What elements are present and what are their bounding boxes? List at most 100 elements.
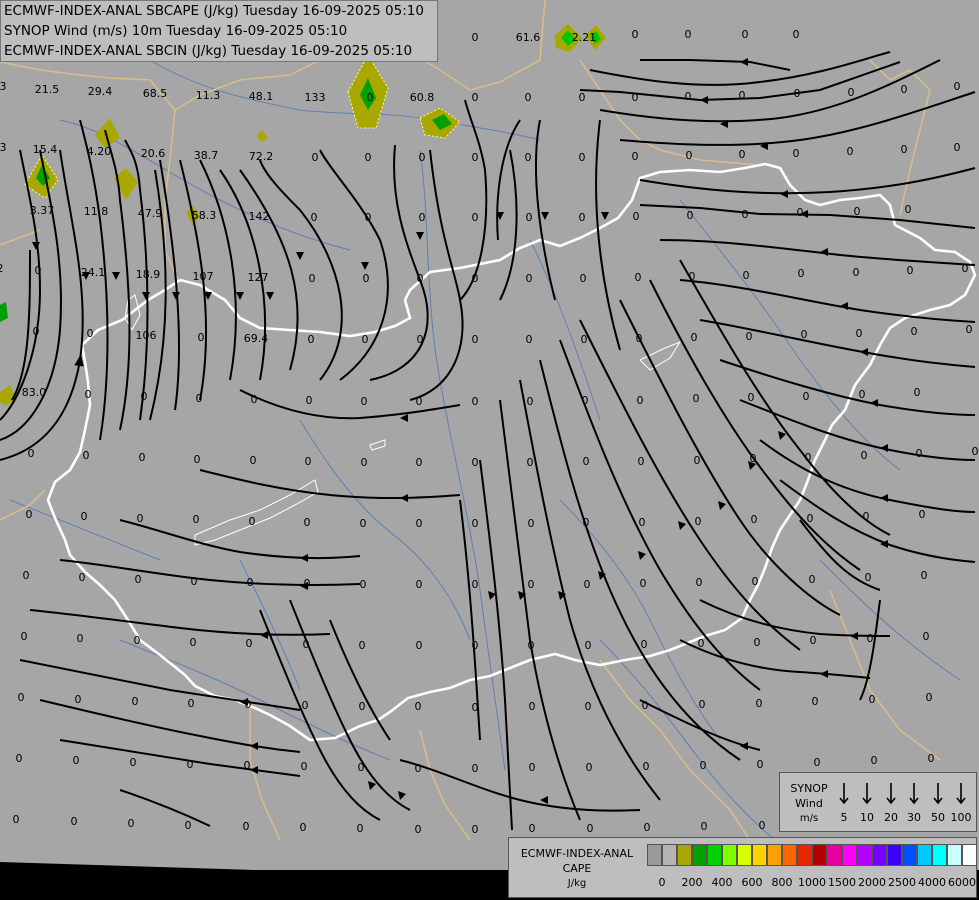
cin-label: 0 bbox=[419, 211, 426, 224]
cin-label: 0 bbox=[306, 394, 313, 407]
cin-label: 0 bbox=[972, 445, 979, 458]
cin-label: 24.1 bbox=[81, 266, 106, 279]
cin-label: 0 bbox=[587, 822, 594, 835]
cin-label: 0 bbox=[360, 578, 367, 591]
cin-label: 0 bbox=[81, 510, 88, 523]
cin-label: 72.2 bbox=[249, 150, 274, 163]
cape-colour-scale bbox=[647, 844, 977, 866]
cape-tick-label: 6000 bbox=[948, 876, 976, 889]
cin-label: 0 bbox=[529, 761, 536, 774]
cin-label: 11.3 bbox=[196, 89, 221, 102]
cin-label: 0 bbox=[304, 516, 311, 529]
cin-label: 0 bbox=[632, 28, 639, 41]
cin-label: 0 bbox=[685, 90, 692, 103]
cin-label: 0 bbox=[640, 577, 647, 590]
cin-label: 0 bbox=[635, 271, 642, 284]
cin-label: 0 bbox=[907, 264, 914, 277]
cin-label: 2.21 bbox=[572, 31, 597, 44]
cin-label: 0 bbox=[805, 451, 812, 464]
cin-label: 0 bbox=[79, 571, 86, 584]
cin-label: 0 bbox=[528, 517, 535, 530]
cin-label: 0 bbox=[194, 453, 201, 466]
cape-colour-swatch bbox=[962, 844, 977, 866]
cin-label: 0 bbox=[18, 691, 25, 704]
cin-label: 0 bbox=[472, 31, 479, 44]
cin-label: 0 bbox=[954, 80, 961, 93]
cin-label: 0 bbox=[632, 150, 639, 163]
cin-label: 0 bbox=[962, 262, 969, 275]
cin-label: 0 bbox=[416, 517, 423, 530]
cin-label: 0 bbox=[691, 331, 698, 344]
cin-label: 0 bbox=[739, 89, 746, 102]
cin-label: 0 bbox=[13, 813, 20, 826]
cin-label: 0 bbox=[416, 639, 423, 652]
cin-label: 0 bbox=[187, 758, 194, 771]
cin-label: 0 bbox=[28, 447, 35, 460]
cin-label: 0 bbox=[415, 762, 422, 775]
cin-label: 0 bbox=[526, 333, 533, 346]
cin-label: 0 bbox=[694, 454, 701, 467]
cin-label: 127 bbox=[248, 271, 269, 284]
cin-label: 0 bbox=[916, 447, 923, 460]
cin-label: 0 bbox=[526, 272, 533, 285]
cape-colour-swatch bbox=[692, 844, 707, 866]
cape-legend-title: ECMWF-INDEX-ANAL bbox=[520, 847, 634, 860]
cin-label: 0 bbox=[472, 762, 479, 775]
cin-label: 0 bbox=[928, 752, 935, 765]
cin-label: 0 bbox=[911, 325, 918, 338]
cin-label: 0 bbox=[926, 691, 933, 704]
cin-label: 0 bbox=[966, 323, 973, 336]
cin-label: 0 bbox=[759, 819, 766, 832]
cin-label: 0 bbox=[701, 820, 708, 833]
cin-label: 0 bbox=[526, 211, 533, 224]
cin-label: 0 bbox=[243, 820, 250, 833]
cin-label: 0 bbox=[642, 699, 649, 712]
cin-label: 0 bbox=[750, 452, 757, 465]
cin-label: 0 bbox=[193, 513, 200, 526]
cin-label: 0 bbox=[525, 91, 532, 104]
cin-label: 0 bbox=[528, 639, 535, 652]
cin-label: 0 bbox=[245, 698, 252, 711]
cin-label: 0 bbox=[360, 517, 367, 530]
cin-label: 0 bbox=[472, 701, 479, 714]
cape-colour-swatch bbox=[662, 844, 677, 866]
cin-label: 0 bbox=[190, 636, 197, 649]
cin-label: 0 bbox=[867, 632, 874, 645]
cin-label: 0 bbox=[472, 456, 479, 469]
cin-label: 18.9 bbox=[136, 268, 161, 281]
cin-label: 0 bbox=[638, 455, 645, 468]
cin-label: 0 bbox=[359, 700, 366, 713]
cin-label: 0 bbox=[861, 449, 868, 462]
cin-label: 0 bbox=[139, 451, 146, 464]
cin-label: 20.6 bbox=[141, 147, 166, 160]
cin-label: 0 bbox=[921, 569, 928, 582]
cin-label: 0 bbox=[637, 394, 644, 407]
cin-label: 0 bbox=[853, 266, 860, 279]
cin-label: 0 bbox=[132, 695, 139, 708]
cin-label: 0 bbox=[698, 637, 705, 650]
cin-label: 21.5 bbox=[35, 83, 60, 96]
cape-colour-swatch bbox=[707, 844, 722, 866]
synop-speed-20: 20 bbox=[884, 811, 898, 824]
cin-label: 0 bbox=[687, 209, 694, 222]
cape-colour-swatch bbox=[647, 844, 662, 866]
cin-label: 0 bbox=[695, 515, 702, 528]
cin-label: 0 bbox=[689, 270, 696, 283]
cin-label: 0 bbox=[472, 272, 479, 285]
cin-label: 0 bbox=[304, 577, 311, 590]
cin-label: 0 bbox=[636, 332, 643, 345]
cin-label: 0 bbox=[188, 697, 195, 710]
cin-label: 0 bbox=[472, 333, 479, 346]
cape-colour-swatch bbox=[857, 844, 872, 866]
cin-label: 0 bbox=[693, 392, 700, 405]
cin-label: 0 bbox=[954, 141, 961, 154]
cin-label: 2 bbox=[0, 262, 4, 275]
cin-label: 0 bbox=[77, 632, 84, 645]
cin-label: 0 bbox=[583, 516, 590, 529]
synop-speed-100: 100 bbox=[950, 811, 972, 824]
cin-label: 0 bbox=[251, 393, 258, 406]
cape-colour-swatch bbox=[902, 844, 917, 866]
cin-label: 58.3 bbox=[192, 209, 217, 222]
cin-label: 133 bbox=[305, 91, 326, 104]
map-title-box: ECMWF-INDEX-ANAL SBCAPE (J/kg) Tuesday 1… bbox=[0, 0, 438, 62]
